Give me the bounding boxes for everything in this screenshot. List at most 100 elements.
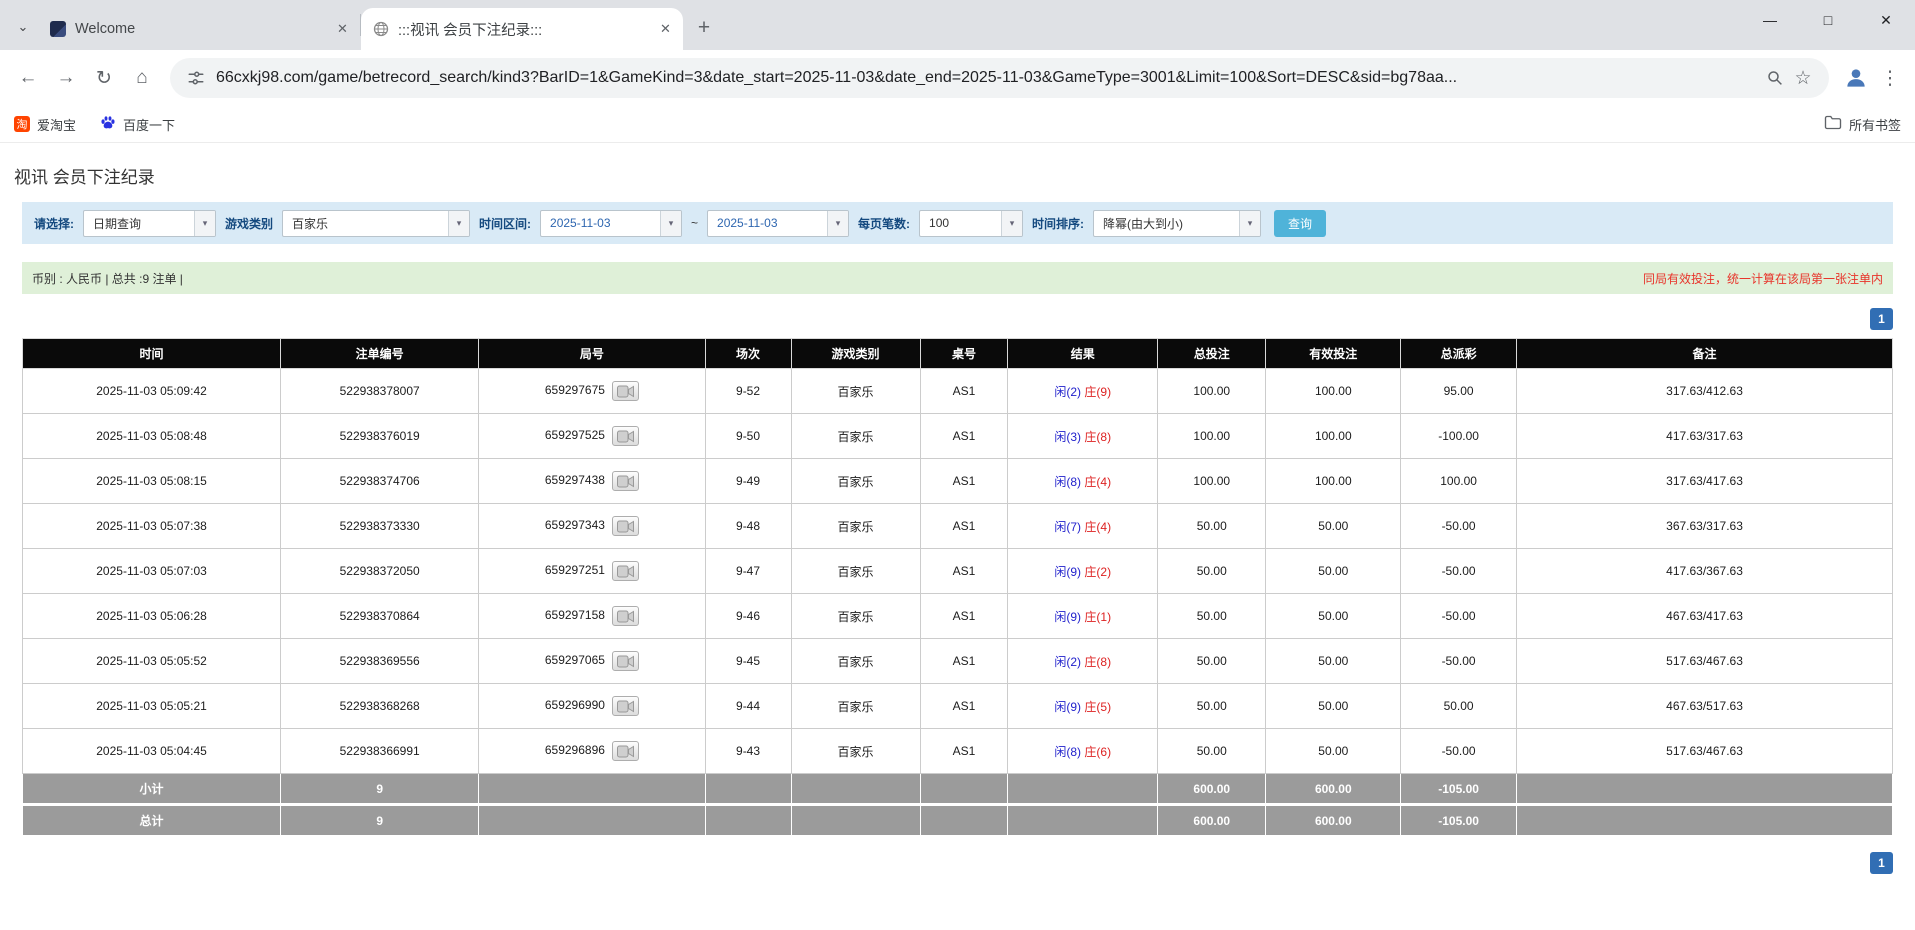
forward-icon[interactable]: → bbox=[48, 60, 84, 96]
column-header: 游戏类别 bbox=[790, 338, 921, 369]
address-bar[interactable]: 66cxkj98.com/game/betrecord_search/kind3… bbox=[170, 58, 1829, 98]
video-replay-icon[interactable] bbox=[611, 471, 639, 491]
close-window-icon[interactable]: ✕ bbox=[1857, 0, 1915, 40]
video-replay-icon[interactable] bbox=[611, 561, 639, 581]
cell-total-bet: 50.00 bbox=[1157, 638, 1267, 684]
result-banker: 庄(4) bbox=[1084, 519, 1112, 534]
cell-payout: -50.00 bbox=[1400, 593, 1518, 639]
video-replay-icon[interactable] bbox=[611, 606, 639, 626]
per-page-select[interactable]: 100 ▾ bbox=[919, 209, 1024, 237]
footer-cell bbox=[478, 773, 706, 805]
chevron-down-icon[interactable]: ▾ bbox=[1001, 210, 1023, 236]
cell-note: 467.63/417.63 bbox=[1516, 593, 1893, 639]
new-tab-icon[interactable]: + bbox=[690, 14, 718, 42]
column-header: 有效投注 bbox=[1265, 338, 1402, 369]
page-button-1[interactable]: 1 bbox=[1870, 852, 1893, 874]
cell-total-bet: 50.00 bbox=[1157, 503, 1267, 549]
video-replay-icon[interactable] bbox=[611, 516, 639, 536]
summary-bar: 币别 : 人民币 | 总共 :9 注单 | 同局有效投注，统一计算在该局第一张注… bbox=[22, 262, 1893, 294]
bet-record-row: 2025-11-03 05:08:15 522938374706 659297438… bbox=[21, 458, 1893, 504]
column-header: 时间 bbox=[21, 338, 282, 369]
back-icon[interactable]: ← bbox=[10, 60, 46, 96]
cell-time: 2025-11-03 05:06:28 bbox=[21, 593, 282, 639]
close-tab-icon[interactable]: ✕ bbox=[333, 20, 352, 39]
cell-table-no: AS1 bbox=[919, 638, 1009, 684]
filter-bar: 请选择: 日期查询 ▾ 游戏类别 百家乐 ▾ 时间区间: 2025-11-03 … bbox=[22, 202, 1893, 244]
video-replay-icon[interactable] bbox=[611, 426, 639, 446]
cell-game-type: 百家乐 bbox=[790, 548, 921, 594]
column-header: 总派彩 bbox=[1400, 338, 1518, 369]
site-settings-icon[interactable] bbox=[182, 64, 210, 92]
cell-table-no: AS1 bbox=[919, 413, 1009, 459]
cell-valid-bet: 50.00 bbox=[1265, 728, 1402, 774]
bet-records-table: 时间 注单编号 局号 场次 游戏类别 桌号 结果 总投注 有效投注 总派彩 备注 2025-11-0… bbox=[21, 338, 1893, 836]
tab-search-icon[interactable]: ⌄ bbox=[10, 14, 36, 40]
cell-valid-bet: 100.00 bbox=[1265, 368, 1402, 414]
game-type-value: 百家乐 bbox=[292, 216, 329, 231]
cell-session: 9-52 bbox=[704, 368, 792, 414]
cell-round-id: 659297343 bbox=[478, 503, 706, 549]
currency-summary: 币别 : 人民币 | 总共 :9 注单 | bbox=[32, 271, 183, 286]
footer-cell bbox=[704, 803, 792, 836]
cell-session: 9-46 bbox=[704, 593, 792, 639]
all-bookmarks[interactable]: 所有书签 bbox=[1824, 115, 1901, 134]
chevron-down-icon[interactable]: ▾ bbox=[660, 210, 682, 236]
search-icon[interactable] bbox=[1761, 64, 1789, 92]
close-tab-icon[interactable]: ✕ bbox=[656, 20, 675, 39]
date-start-select[interactable]: 2025-11-03 ▾ bbox=[540, 209, 683, 237]
cell-valid-bet: 100.00 bbox=[1265, 413, 1402, 459]
chevron-down-icon[interactable]: ▾ bbox=[194, 210, 215, 236]
cell-result: 闲(9) 庄(5) bbox=[1007, 683, 1159, 729]
cell-valid-bet: 50.00 bbox=[1265, 683, 1402, 729]
welcome-favicon bbox=[50, 21, 66, 37]
cell-note: 317.63/412.63 bbox=[1516, 368, 1893, 414]
footer-cell bbox=[1516, 803, 1893, 836]
reload-icon[interactable]: ↻ bbox=[86, 60, 122, 96]
tab-bet-records[interactable]: :::视讯 会员下注纪录::: ✕ bbox=[361, 8, 683, 50]
maximize-icon[interactable]: □ bbox=[1799, 0, 1857, 40]
footer-cell bbox=[919, 773, 1009, 805]
page-button-1[interactable]: 1 bbox=[1870, 308, 1893, 330]
video-replay-icon[interactable] bbox=[611, 696, 639, 716]
home-icon[interactable]: ⌂ bbox=[124, 60, 160, 96]
search-button[interactable]: 查询 bbox=[1274, 209, 1327, 237]
cell-session: 9-49 bbox=[704, 458, 792, 504]
page-title: 视讯 会员下注纪录 bbox=[14, 168, 155, 187]
date-end-select[interactable]: 2025-11-03 ▾ bbox=[707, 209, 850, 237]
sort-select[interactable]: 降幂(由大到小) ▾ bbox=[1093, 209, 1262, 237]
cell-note: 517.63/467.63 bbox=[1516, 728, 1893, 774]
date-start-value: 2025-11-03 bbox=[550, 216, 611, 230]
tab-welcome[interactable]: Welcome ✕ bbox=[38, 8, 360, 50]
cell-time: 2025-11-03 05:05:52 bbox=[21, 638, 282, 684]
bookmark-star-icon[interactable]: ☆ bbox=[1789, 64, 1817, 92]
folder-icon bbox=[1824, 115, 1842, 133]
minimize-icon[interactable]: — bbox=[1741, 0, 1799, 40]
cell-bet-id: 522938378007 bbox=[280, 368, 480, 414]
chevron-down-icon[interactable]: ▾ bbox=[448, 210, 470, 236]
profile-avatar-icon[interactable] bbox=[1839, 61, 1873, 95]
browser-menu-icon[interactable]: ⋮ bbox=[1875, 67, 1905, 90]
column-header: 场次 bbox=[704, 338, 792, 369]
chevron-down-icon[interactable]: ▾ bbox=[1239, 210, 1261, 236]
window-controls: — □ ✕ bbox=[1741, 0, 1915, 40]
cell-session: 9-43 bbox=[704, 728, 792, 774]
result-player: 闲(9) bbox=[1054, 699, 1082, 714]
query-type-select[interactable]: 日期查询 ▾ bbox=[83, 209, 216, 237]
cell-note: 367.63/317.63 bbox=[1516, 503, 1893, 549]
bet-record-row: 2025-11-03 05:08:48 522938376019 659297525… bbox=[21, 413, 1893, 459]
result-banker: 庄(4) bbox=[1084, 474, 1112, 489]
bookmark-baidu[interactable]: 百度一下 bbox=[100, 115, 175, 134]
video-replay-icon[interactable] bbox=[611, 651, 639, 671]
column-header: 结果 bbox=[1007, 338, 1159, 369]
result-banker: 庄(9) bbox=[1084, 384, 1112, 399]
cell-payout: 95.00 bbox=[1400, 368, 1518, 414]
url-text[interactable]: 66cxkj98.com/game/betrecord_search/kind3… bbox=[216, 69, 1755, 87]
video-replay-icon[interactable] bbox=[611, 741, 639, 761]
video-replay-icon[interactable] bbox=[611, 381, 639, 401]
chevron-down-icon[interactable]: ▾ bbox=[827, 210, 849, 236]
cell-time: 2025-11-03 05:09:42 bbox=[21, 368, 282, 414]
cell-session: 9-44 bbox=[704, 683, 792, 729]
game-type-select[interactable]: 百家乐 ▾ bbox=[282, 209, 471, 237]
bookmark-aitaobao[interactable]: 淘 爱淘宝 bbox=[14, 115, 76, 134]
footer-cell: -105.00 bbox=[1400, 803, 1518, 836]
